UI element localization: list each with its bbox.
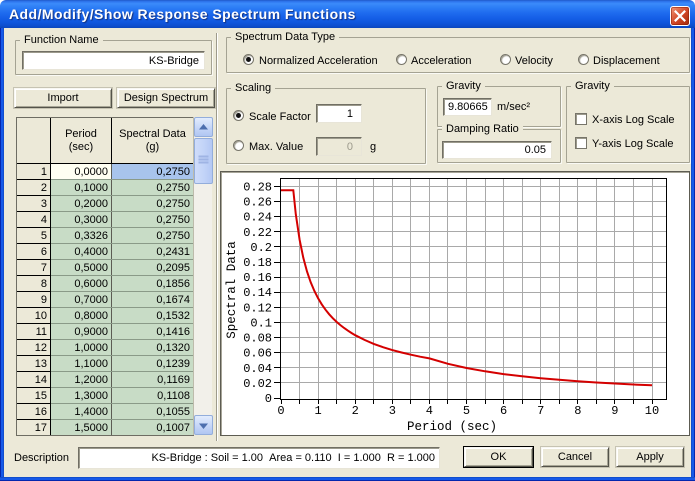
svg-text:0.02: 0.02 (243, 377, 272, 391)
svg-text:0: 0 (277, 404, 284, 418)
svg-text:Period (sec): Period (sec) (407, 420, 497, 434)
svg-text:0.2: 0.2 (250, 241, 272, 255)
svg-text:9: 9 (611, 404, 618, 418)
svg-text:0.22: 0.22 (243, 226, 272, 240)
svg-text:0.12: 0.12 (243, 301, 272, 315)
svg-text:5: 5 (463, 404, 470, 418)
svg-text:0.24: 0.24 (243, 211, 272, 225)
svg-text:0.04: 0.04 (243, 362, 272, 376)
svg-text:0.18: 0.18 (243, 256, 272, 270)
svg-text:7: 7 (537, 404, 544, 418)
svg-text:10: 10 (645, 404, 659, 418)
svg-text:3: 3 (389, 404, 396, 418)
svg-text:0.08: 0.08 (243, 332, 272, 346)
svg-text:0.28: 0.28 (243, 181, 272, 195)
svg-text:4: 4 (426, 404, 433, 418)
svg-text:1: 1 (314, 404, 321, 418)
svg-text:2: 2 (352, 404, 359, 418)
svg-text:0.1: 0.1 (250, 316, 272, 330)
svg-text:0.16: 0.16 (243, 271, 272, 285)
svg-text:0.06: 0.06 (243, 347, 272, 361)
svg-text:6: 6 (500, 404, 507, 418)
svg-text:Spectral Data: Spectral Data (225, 241, 239, 339)
svg-text:0.26: 0.26 (243, 196, 272, 210)
svg-text:8: 8 (574, 404, 581, 418)
svg-text:0.14: 0.14 (243, 286, 272, 300)
svg-text:0: 0 (265, 392, 272, 406)
